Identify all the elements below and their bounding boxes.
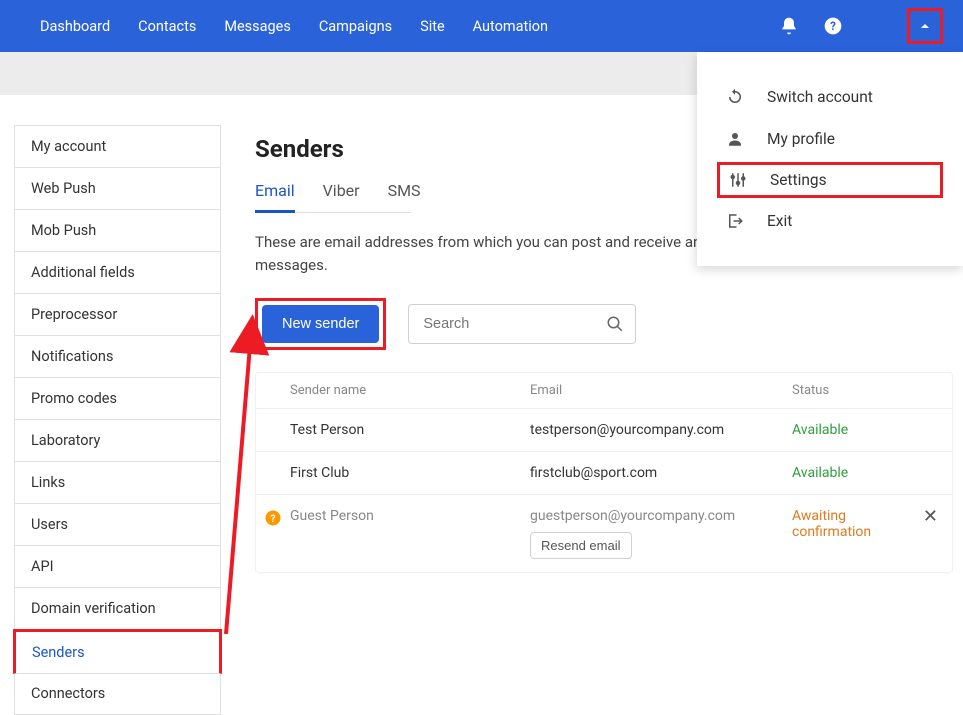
cell-name: Guest Person	[290, 508, 530, 524]
user-menu-toggle[interactable]	[907, 8, 943, 44]
cell-email: firstclub@sport.com	[530, 465, 792, 481]
nav-automation[interactable]: Automation	[473, 18, 548, 35]
exit-icon	[725, 212, 745, 230]
nav-dashboard[interactable]: Dashboard	[40, 18, 110, 35]
menu-switch-account[interactable]: Switch account	[721, 76, 939, 118]
sidebar-item-web-push[interactable]: Web Push	[15, 168, 220, 210]
sidebar-item-links[interactable]: Links	[15, 462, 220, 504]
sender-tabs: Email Viber SMS	[255, 181, 411, 213]
sidebar-item-preprocessor[interactable]: Preprocessor	[15, 294, 220, 336]
tab-email[interactable]: Email	[255, 181, 295, 213]
sidebar-item-my-account[interactable]: My account	[15, 126, 220, 168]
th-email: Email	[530, 383, 792, 398]
help-icon[interactable]: ?	[815, 8, 851, 44]
bell-icon[interactable]	[771, 8, 807, 44]
cell-email: guestperson@yourcompany.com Resend email	[530, 508, 792, 559]
sidebar-item-mob-push[interactable]: Mob Push	[15, 210, 220, 252]
delete-row-button[interactable]: ✕	[914, 508, 938, 526]
svg-text:?: ?	[270, 512, 275, 525]
sidebar-item-promo-codes[interactable]: Promo codes	[15, 378, 220, 420]
sidebar-item-domain-verification[interactable]: Domain verification	[15, 588, 220, 630]
cell-status: Available	[792, 422, 938, 438]
sidebar-item-laboratory[interactable]: Laboratory	[15, 420, 220, 462]
sidebar-item-connectors[interactable]: Connectors	[15, 673, 220, 714]
user-icon	[725, 130, 745, 148]
table-row[interactable]: Test Person testperson@yourcompany.com A…	[256, 408, 952, 451]
nav-contacts[interactable]: Contacts	[138, 18, 196, 35]
cell-status: Available	[792, 465, 938, 481]
menu-label: Exit	[767, 212, 792, 230]
nav-campaigns[interactable]: Campaigns	[319, 18, 392, 35]
toolbar: New sender	[255, 298, 953, 350]
search-icon	[606, 315, 624, 333]
menu-my-profile[interactable]: My profile	[721, 118, 939, 160]
cell-email: testperson@yourcompany.com	[530, 422, 792, 438]
search-input[interactable]	[408, 304, 636, 344]
menu-exit[interactable]: Exit	[721, 200, 939, 242]
menu-settings[interactable]: Settings	[717, 162, 943, 198]
senders-table: Sender name Email Status Test Person tes…	[255, 372, 953, 573]
sidebar-item-additional-fields[interactable]: Additional fields	[15, 252, 220, 294]
user-dropdown: Switch account My profile Settings Exit	[697, 52, 963, 266]
cell-name: Test Person	[290, 422, 530, 438]
cell-name: First Club	[290, 465, 530, 481]
settings-sidebar: My account Web Push Mob Push Additional …	[14, 125, 221, 715]
nav-site[interactable]: Site	[420, 18, 445, 35]
refresh-icon	[725, 88, 745, 106]
menu-label: My profile	[767, 130, 835, 148]
warning-icon: ?	[264, 509, 282, 527]
top-nav: Dashboard Contacts Messages Campaigns Si…	[0, 0, 963, 52]
th-sender-name: Sender name	[290, 383, 530, 398]
cell-email-text: guestperson@yourcompany.com	[530, 508, 735, 524]
cell-status: Awaiting confirmation	[792, 508, 914, 540]
tab-sms[interactable]: SMS	[388, 181, 421, 212]
new-sender-button[interactable]: New sender	[262, 305, 379, 343]
sidebar-item-api[interactable]: API	[15, 546, 220, 588]
table-row[interactable]: First Club firstclub@sport.com Available	[256, 451, 952, 494]
table-row[interactable]: ? Guest Person guestperson@yourcompany.c…	[256, 494, 952, 572]
search-wrap	[408, 304, 636, 344]
menu-label: Switch account	[767, 88, 873, 106]
menu-label: Settings	[770, 171, 827, 189]
nav-messages[interactable]: Messages	[224, 18, 291, 35]
sidebar-item-notifications[interactable]: Notifications	[15, 336, 220, 378]
nav-items: Dashboard Contacts Messages Campaigns Si…	[40, 18, 548, 35]
sidebar-item-users[interactable]: Users	[15, 504, 220, 546]
tab-viber[interactable]: Viber	[323, 181, 360, 212]
sidebar-item-senders[interactable]: Senders	[13, 629, 222, 674]
svg-text:?: ?	[830, 19, 836, 33]
th-status: Status	[792, 383, 938, 398]
highlight-box: New sender	[255, 298, 386, 350]
resend-email-button[interactable]: Resend email	[530, 532, 632, 559]
sliders-icon	[728, 171, 748, 189]
table-header: Sender name Email Status	[256, 373, 952, 408]
